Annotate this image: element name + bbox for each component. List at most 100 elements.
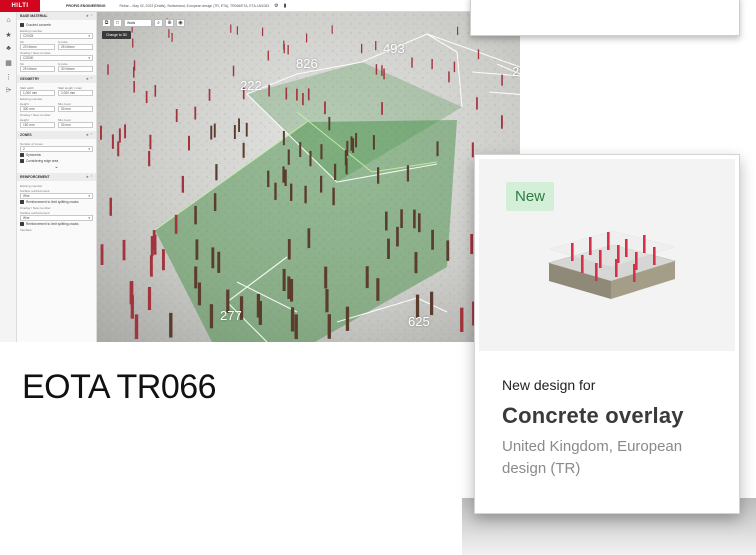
fcube-input[interactable]: 25 N/mm² <box>58 44 93 50</box>
rebar <box>162 249 165 271</box>
section-base-material[interactable]: BASE MATERIAL ★ ⌃ <box>17 12 96 20</box>
rebar <box>460 307 464 332</box>
fck2-input[interactable]: 25 N/mm² <box>20 66 55 72</box>
collapse-icon[interactable]: ★ ⌃ <box>86 133 93 137</box>
rebar <box>345 158 348 175</box>
rebar <box>267 50 269 61</box>
rebar <box>406 165 410 182</box>
rebar <box>571 243 574 261</box>
cover-input[interactable]: 30 mm <box>58 106 93 112</box>
rebar <box>283 43 285 54</box>
report-icon[interactable]: ▮ <box>284 3 287 9</box>
rebar <box>436 141 439 157</box>
rebar <box>327 314 331 339</box>
slab-length-input[interactable]: 2,000 mm <box>58 90 93 96</box>
rebar <box>256 294 261 318</box>
properties-panel: BASE MATERIAL ★ ⌃ Cracked concrete Exist… <box>17 12 97 342</box>
rebar <box>282 166 285 183</box>
star-icon[interactable]: ★ <box>0 31 17 40</box>
rebar <box>430 291 434 316</box>
collapse-icon[interactable]: ★ ⌃ <box>86 14 93 18</box>
rebar <box>350 136 353 151</box>
rebar <box>324 101 326 115</box>
project-title: Rebar – May 02, 2023 (Drafts), Switzerla… <box>119 3 270 8</box>
rebar <box>643 235 646 253</box>
camera-icon[interactable]: ◉ <box>176 19 185 27</box>
section-zones[interactable]: ZONES ★ ⌃ <box>17 131 96 139</box>
cover2-input[interactable]: 30 mm <box>58 122 93 128</box>
rebar <box>149 255 153 277</box>
rebar <box>501 115 503 129</box>
rebar <box>607 232 610 250</box>
rebar <box>145 91 148 104</box>
rebar <box>109 197 112 216</box>
rebar <box>306 33 308 43</box>
rebar <box>100 125 102 140</box>
zoom-icon[interactable]: ⌕ <box>154 19 163 27</box>
slab-width-input[interactable]: 1,000 mm <box>20 90 55 96</box>
splitting-cracks2-checkbox[interactable]: Reinforcement to limit splitting cracks <box>20 221 93 227</box>
rebar <box>195 239 199 260</box>
settings-icon[interactable]: ⚙ <box>274 3 278 9</box>
collapse-icon[interactable]: ★ ⌃ <box>86 77 93 81</box>
splitting-cracks-checkbox[interactable]: Reinforcement to limit splitting cracks <box>20 199 93 205</box>
fck-input[interactable]: 20 N/mm² <box>20 44 55 50</box>
rebar <box>299 142 302 157</box>
rebar <box>387 238 390 259</box>
section-reinforcement[interactable]: REINFORCEMENT ★ ⌃ <box>17 173 96 181</box>
grid-icon[interactable]: ▦ <box>0 59 17 68</box>
rebar <box>589 237 592 255</box>
3d-viewport[interactable]: ⧉ □ Walls ⌕ ⊕ ◉ Change to 3D 222 826 493… <box>97 12 520 342</box>
collapse-icon[interactable]: ★ ⌃ <box>86 175 93 179</box>
rebar <box>309 150 312 167</box>
rebar <box>287 45 289 55</box>
view-select[interactable]: Walls <box>124 19 152 27</box>
rebar <box>302 93 304 106</box>
zoom-in-icon[interactable]: ⊕ <box>165 19 174 27</box>
rebar <box>133 81 135 93</box>
3d-icon[interactable]: □ <box>113 19 122 27</box>
change-to-3d-button[interactable]: Change to 3D <box>102 31 131 39</box>
brand-logo[interactable]: HILTI <box>0 0 40 12</box>
dimension-label: 222 <box>240 78 262 93</box>
rebar <box>413 209 416 229</box>
rebar <box>285 87 288 100</box>
cracked-concrete-checkbox[interactable]: Cracked concrete <box>20 22 93 28</box>
concrete-overlay-card[interactable]: New New design for Concrete overlay Unit… <box>474 154 740 514</box>
rebar <box>470 234 474 255</box>
section-geometry[interactable]: GEOMETRY ★ ⌃ <box>17 75 96 83</box>
fcube2-input[interactable]: 30 N/mm² <box>58 66 93 72</box>
rebar <box>217 251 221 273</box>
rebar <box>385 211 388 231</box>
2d-icon[interactable]: ⧉ <box>102 19 111 27</box>
rebar <box>375 41 377 51</box>
height-input[interactable]: 300 mm <box>20 106 55 112</box>
rebar <box>448 71 450 83</box>
rebar <box>171 33 173 42</box>
rebar <box>377 167 380 184</box>
rebar <box>134 314 139 339</box>
height2-input[interactable]: 150 mm <box>20 122 55 128</box>
chevron-down-icon: ▾ <box>88 147 90 151</box>
rebar <box>174 214 178 234</box>
rebar <box>328 116 331 131</box>
rebar <box>307 228 311 249</box>
card-illustration: New <box>479 159 735 351</box>
rebar <box>365 266 369 289</box>
info-icon[interactable]: ⋮ <box>0 73 17 82</box>
checkbox-checked-icon <box>20 153 24 157</box>
rebar <box>355 133 358 148</box>
layers-icon[interactable]: ⩥ <box>0 87 17 96</box>
checkbox-checked-icon <box>20 200 24 204</box>
home-icon[interactable]: ⌂ <box>0 17 17 26</box>
expand-chevron-icon[interactable]: ⌄ <box>20 164 93 170</box>
card-partial[interactable] <box>470 0 740 36</box>
card-subtitle: New design for <box>502 377 596 393</box>
rebar <box>213 193 217 211</box>
chevron-down-icon: ▾ <box>88 216 90 220</box>
rebar <box>118 128 121 143</box>
group-icon[interactable]: ♣ <box>0 45 17 54</box>
slide-caption: EOTA TR066 <box>22 368 217 406</box>
rebar <box>457 26 459 36</box>
rebar <box>381 102 383 115</box>
